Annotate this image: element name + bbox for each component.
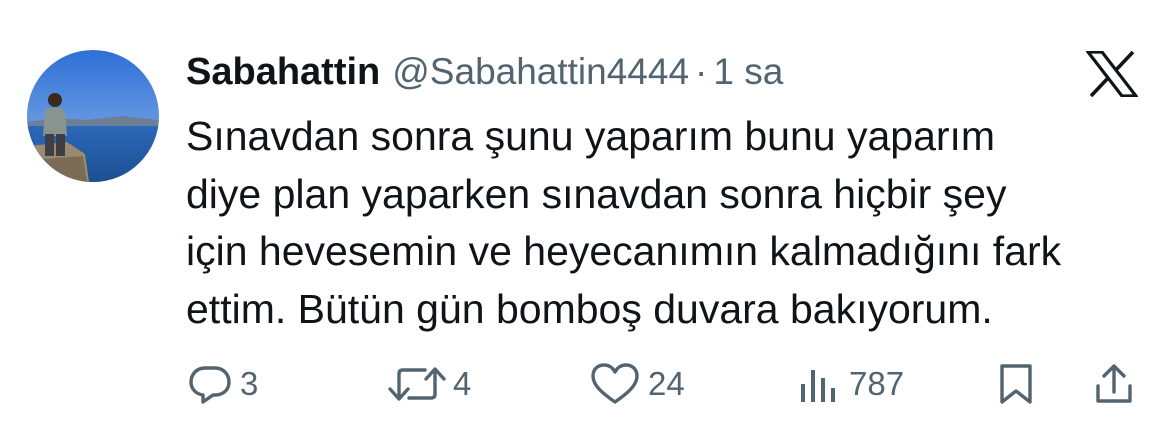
tweet-header: Sabahattin @Sabahattin4444 · 1 sa <box>186 46 783 98</box>
bookmark-icon <box>996 362 1036 406</box>
reply-count: 3 <box>240 365 259 402</box>
heart-icon <box>590 362 640 406</box>
action-bar: 3 4 24 787 <box>0 356 1170 412</box>
views-count: 787 <box>849 365 905 402</box>
retweet-count: 4 <box>453 365 472 402</box>
separator-dot: · <box>695 51 708 92</box>
tweet-text: Sınavdan sonra şunu yaparım bunu yaparım… <box>186 108 1146 338</box>
author-handle[interactable]: @Sabahattin4444 <box>392 51 689 93</box>
tweet-text-line: için hevesemin ve heyecanımın kalmadığın… <box>186 228 1062 274</box>
tweet-timestamp[interactable]: 1 sa <box>713 51 783 93</box>
share-icon <box>1094 362 1134 406</box>
like-button[interactable]: 24 <box>590 356 685 412</box>
reply-button[interactable]: 3 <box>188 356 258 412</box>
reply-icon <box>188 362 232 406</box>
avatar-photo <box>27 50 159 182</box>
x-logo-icon[interactable] <box>1084 50 1140 98</box>
tweet-card: Sabahattin @Sabahattin4444 · 1 sa Sınavd… <box>0 0 1170 437</box>
share-button[interactable] <box>1094 356 1134 412</box>
like-count: 24 <box>648 365 685 402</box>
author-name[interactable]: Sabahattin <box>186 51 380 94</box>
views-icon <box>797 362 841 406</box>
tweet-text-line: Sınavdan sonra şunu yaparım bunu yaparım <box>186 113 996 159</box>
retweet-button[interactable]: 4 <box>385 356 471 412</box>
bookmark-button[interactable] <box>996 356 1036 412</box>
tweet-text-line: ettim. Bütün gün bomboş duvara bakıyorum… <box>186 285 993 332</box>
retweet-icon <box>385 362 449 406</box>
views-button[interactable]: 787 <box>797 356 904 412</box>
tweet-text-line: diye plan yaparken sınavdan sonra hiçbir… <box>186 170 1007 217</box>
avatar[interactable] <box>27 50 159 182</box>
